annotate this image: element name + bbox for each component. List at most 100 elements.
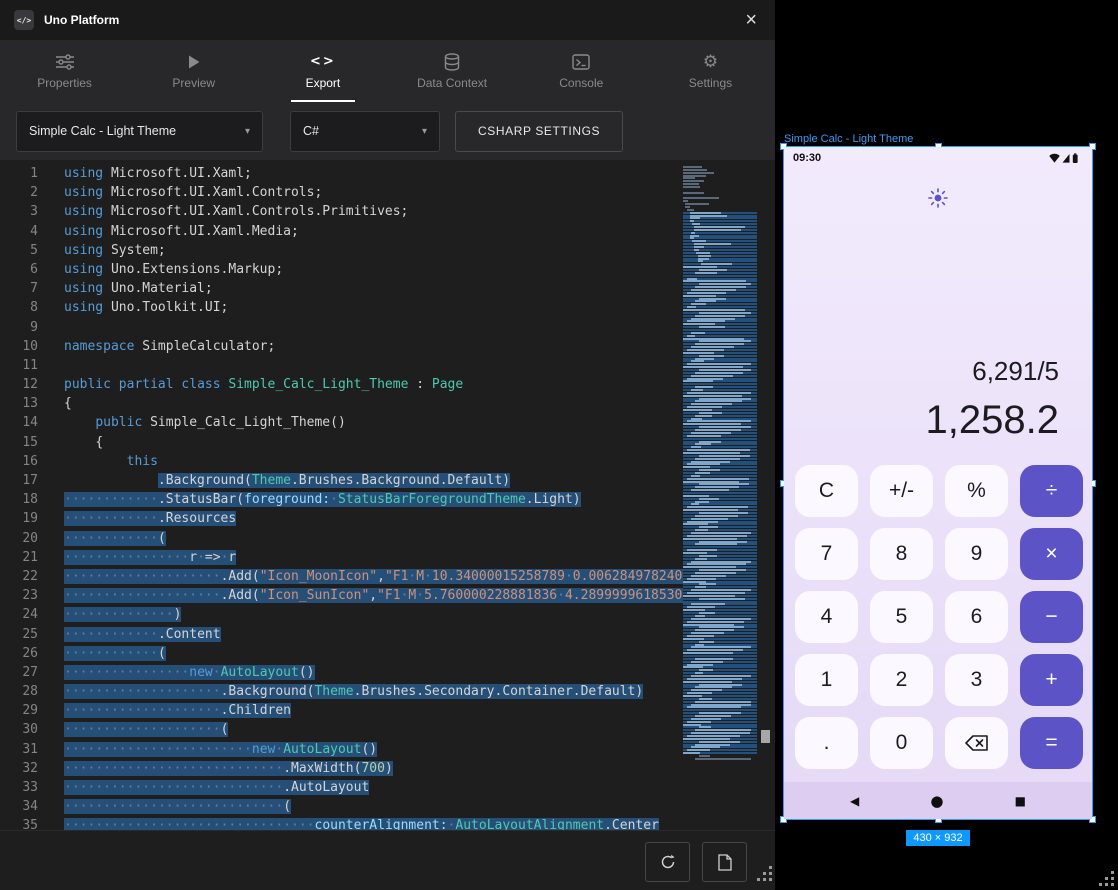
line-number: 9: [0, 318, 38, 337]
csharp-settings-button[interactable]: CSHARP SETTINGS: [455, 111, 623, 152]
line-number: 7: [0, 279, 38, 298]
sliders-icon: [56, 53, 74, 71]
line-number: 5: [0, 241, 38, 260]
battery-icon: [1073, 153, 1078, 163]
key-4[interactable]: 4: [795, 591, 858, 643]
key-8[interactable]: 8: [870, 528, 933, 580]
key-×[interactable]: ×: [1020, 528, 1083, 580]
code-line: 34····························(: [0, 797, 683, 816]
key-C[interactable]: C: [795, 465, 858, 517]
tab-export[interactable]: <>Export: [258, 40, 387, 102]
code-line: 12public partial class Simple_Calc_Light…: [0, 375, 683, 394]
tab-settings[interactable]: ⚙Settings: [646, 40, 775, 102]
code-line: 31························new·AutoLayout…: [0, 740, 683, 759]
key-5[interactable]: 5: [870, 591, 933, 643]
line-number: 33: [0, 778, 38, 797]
line-number: 17: [0, 471, 38, 490]
line-number: 4: [0, 222, 38, 241]
refresh-icon: [660, 854, 676, 870]
console-icon: [572, 53, 590, 71]
line-number: 19: [0, 509, 38, 528]
line-number: 28: [0, 682, 38, 701]
tab-data-context[interactable]: Data Context: [388, 40, 517, 102]
refresh-button[interactable]: [645, 842, 690, 882]
line-number: 30: [0, 720, 38, 739]
line-number: 25: [0, 625, 38, 644]
key-2[interactable]: 2: [870, 654, 933, 706]
key-+/-[interactable]: +/-: [870, 465, 933, 517]
signal-icon: [1063, 154, 1070, 163]
code-line: 1using Microsoft.UI.Xaml;: [0, 164, 683, 183]
code-line: 13{: [0, 394, 683, 413]
line-number: 34: [0, 797, 38, 816]
line-number: 10: [0, 337, 38, 356]
code-lines[interactable]: 1using Microsoft.UI.Xaml;2using Microsof…: [0, 164, 683, 830]
preview-page-label[interactable]: Simple Calc - Light Theme: [784, 133, 913, 145]
code-line: 8using Uno.Toolkit.UI;: [0, 298, 683, 317]
code-editor[interactable]: 1using Microsoft.UI.Xaml;2using Microsof…: [0, 160, 775, 830]
key-1[interactable]: 1: [795, 654, 858, 706]
key-−[interactable]: −: [1020, 591, 1083, 643]
code-line: 16 this: [0, 452, 683, 471]
tab-properties[interactable]: Properties: [0, 40, 129, 102]
android-home-button[interactable]: ●: [930, 792, 943, 810]
line-number: 35: [0, 816, 38, 830]
calculator-display: 6,291/5 1,258.2: [926, 355, 1059, 445]
key-.[interactable]: .: [795, 717, 858, 769]
title-bar: </> Uno Platform ×: [0, 0, 775, 40]
device-size-badge: 430 × 932: [906, 830, 969, 846]
key-÷[interactable]: ÷: [1020, 465, 1083, 517]
key-=[interactable]: =: [1020, 717, 1083, 769]
phone-screen: 09:30: [784, 147, 1092, 819]
export-file-button[interactable]: [702, 842, 747, 882]
page-theme-dropdown[interactable]: Simple Calc - Light Theme ▾: [16, 111, 263, 152]
line-number: 21: [0, 548, 38, 567]
key-0[interactable]: 0: [870, 717, 933, 769]
code-line: 24··············): [0, 605, 683, 624]
code-line: 11: [0, 356, 683, 375]
code-line: 9: [0, 318, 683, 337]
key-7[interactable]: 7: [795, 528, 858, 580]
code-line: 4using Microsoft.UI.Xaml.Media;: [0, 222, 683, 241]
key-6[interactable]: 6: [945, 591, 1008, 643]
tab-label: Preview: [172, 76, 215, 90]
code-line: 35································counte…: [0, 816, 683, 830]
tab-label: Console: [559, 76, 603, 90]
code-line: 2using Microsoft.UI.Xaml.Controls;: [0, 183, 683, 202]
key-9[interactable]: 9: [945, 528, 1008, 580]
line-number: 20: [0, 529, 38, 548]
window-resize-grip[interactable]: [1099, 871, 1115, 887]
key-backspace[interactable]: [945, 717, 1008, 769]
device-frame[interactable]: 09:30: [783, 146, 1093, 820]
close-icon[interactable]: ×: [741, 10, 761, 30]
android-back-button[interactable]: ◀: [850, 794, 859, 808]
line-number: 6: [0, 260, 38, 279]
key-%[interactable]: %: [945, 465, 1008, 517]
tab-label: Export: [306, 76, 341, 90]
tab-label: Settings: [689, 76, 732, 90]
code-line: 29····················.Children: [0, 701, 683, 720]
tab-bar: Properties Preview <>ExportData Context Con…: [0, 40, 775, 102]
key-+[interactable]: +: [1020, 654, 1083, 706]
theme-toggle-sun-icon[interactable]: [927, 187, 949, 214]
code-line: 20············(: [0, 529, 683, 548]
code-line: 17 .Background(Theme.Brushes.Background.…: [0, 471, 683, 490]
backspace-icon: [964, 733, 990, 753]
android-recents-button[interactable]: ■: [1015, 794, 1026, 808]
line-number: 3: [0, 202, 38, 221]
status-time: 09:30: [793, 152, 821, 164]
key-3[interactable]: 3: [945, 654, 1008, 706]
language-dropdown-value: C#: [303, 124, 319, 138]
wifi-icon: [1049, 153, 1059, 162]
tab-preview[interactable]: Preview: [129, 40, 258, 102]
window-title: Uno Platform: [44, 13, 119, 27]
language-dropdown[interactable]: C# ▾: [290, 111, 440, 152]
panel-resize-grip[interactable]: [757, 866, 773, 882]
status-icons: [1049, 153, 1083, 164]
line-number: 23: [0, 586, 38, 605]
code-line: 14 public Simple_Calc_Light_Theme(): [0, 413, 683, 432]
minimap[interactable]: [683, 166, 757, 822]
tab-console[interactable]: Console: [517, 40, 646, 102]
line-number: 15: [0, 433, 38, 452]
line-number: 29: [0, 701, 38, 720]
